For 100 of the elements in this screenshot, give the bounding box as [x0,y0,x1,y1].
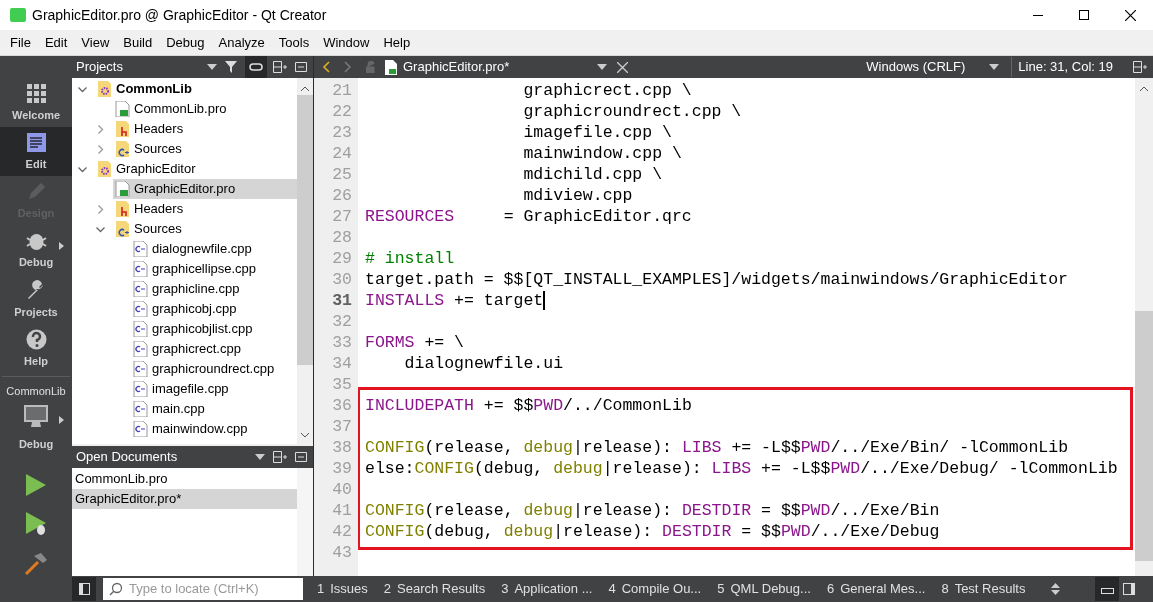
line-number: 22 [331,101,352,122]
dropdown-icon[interactable] [207,64,217,70]
code-line: graphicrect.cpp \ [522,80,693,101]
code-line: mdiview.cpp [522,185,634,206]
tree-item[interactable]: graphicline.cpp [131,279,297,299]
window-title: GraphicEditor.pro @ GraphicEditor - Qt Creator [32,5,327,25]
menu-item[interactable]: Debug [159,32,212,53]
tree-item[interactable]: CommonLib [95,79,297,99]
close-pane-icon[interactable] [295,452,307,462]
menu-item[interactable]: Analyze [211,32,272,53]
mode-button[interactable]: Help [0,323,72,374]
tree-item[interactable]: Headers [113,199,297,219]
code-line: # install [365,248,456,269]
tree-item[interactable]: Headers [113,119,297,139]
tree-item[interactable]: Sources [113,219,297,239]
menu-item[interactable]: Tools [271,32,317,53]
mode-button[interactable]: Projects [0,274,72,324]
tree-item[interactable]: dialognewfile.cpp [131,239,297,259]
debug-run-icon[interactable] [25,512,47,536]
document-item[interactable]: CommonLib.pro [72,469,297,489]
tree-item[interactable]: imagefile.cpp [131,379,297,399]
menu-item[interactable]: File [3,32,38,53]
cpp-file-icon [133,421,148,437]
scrollbar[interactable] [297,78,313,444]
line-number: 32 [331,311,352,332]
cpp-file-icon [133,321,148,337]
tree-item[interactable]: GraphicEditor [95,159,297,179]
tree-item[interactable]: Sources [113,139,297,159]
text-cursor [543,291,546,310]
menu-item[interactable]: View [74,32,117,53]
line-number: 38 [331,437,352,458]
output-pane-tab[interactable]: 4 Compile Ou... [604,579,706,599]
menu-item[interactable]: Edit [37,32,75,53]
tree-item[interactable]: graphicroundrect.cpp [131,359,297,379]
output-pane-tab[interactable]: 2 Search Results [379,579,490,599]
project-icon [97,81,112,97]
scrollbar[interactable] [1135,78,1153,576]
cpp-file-icon [133,301,148,317]
scroll-up-icon[interactable] [1140,86,1148,91]
hammer-icon[interactable] [24,552,48,576]
filter-icon[interactable] [225,61,239,73]
menu-item[interactable]: Help [376,32,418,53]
line-ending-selector[interactable]: Windows (CRLF) [866,57,966,77]
split-icon[interactable] [1133,61,1147,73]
tree-item[interactable]: graphicobjlist.cpp [131,319,297,339]
sidebar-toggle-button[interactable] [72,577,96,601]
right-sidebar-button[interactable] [1123,583,1135,595]
pane-title: Projects [76,58,123,77]
kit-selector[interactable]: Debug [0,403,72,452]
split-icon[interactable] [273,451,287,463]
cpp-file-icon [133,401,148,417]
pane-title: Open Documents [76,448,178,467]
tree-item[interactable]: graphicobj.cpp [131,299,297,319]
code-line: CONFIG(release, debug|release): LIBS += -L$$PWD/../Exe/Bin/ -lCommonLib [365,437,1070,458]
tree-item[interactable]: CommonLib.pro [113,99,297,119]
dropdown-icon[interactable] [255,454,265,460]
source-folder-icon [115,141,130,157]
output-pane-tab[interactable]: 6 General Mes... [822,579,930,599]
dropdown-icon[interactable] [989,64,1000,70]
dropdown-icon[interactable] [597,64,608,70]
tree-item[interactable]: graphicrect.cpp [131,339,297,359]
mode-button[interactable]: Edit [0,127,72,177]
document-item[interactable]: GraphicEditor.pro* [72,489,297,509]
scroll-up-icon[interactable] [301,86,309,91]
code-line: CONFIG(debug, debug|release): DESTDIR = $$PWD/../Exe/Debug [365,521,941,542]
menu-item[interactable]: Window [316,32,377,53]
code-line: target.path = $$[QT_INSTALL_EXAMPLES]/widgets/mainwindows/GraphicEditor [365,269,1069,290]
up-down-arrows-icon[interactable] [1051,583,1061,595]
cursor-position[interactable]: Line: 31, Col: 19 [1011,57,1113,77]
code-line: INCLUDEPATH += $$PWD/../CommonLib [365,395,693,416]
link-icon[interactable] [249,63,263,71]
scroll-down-icon[interactable] [301,433,309,438]
code-line: INSTALLS += target [365,290,547,311]
mode-button[interactable]: Debug [0,225,72,275]
output-pane-tab[interactable]: 8 Test Results [937,579,1030,599]
cpp-file-icon [133,361,148,377]
output-pane-tab[interactable]: 3 Application ... [497,579,597,599]
file-name[interactable]: GraphicEditor.pro* [403,57,510,77]
output-pane-tab[interactable]: 5 QML Debug... [713,579,815,599]
tree-item[interactable]: main.cpp [131,399,297,419]
close-icon[interactable] [1124,9,1136,21]
cpp-file-icon [133,381,148,397]
tree-item[interactable]: mainwindow.cpp [131,419,297,439]
locator-field[interactable]: Type to locate (Ctrl+K) [103,578,303,600]
scrollbar[interactable] [297,468,313,576]
tree-item[interactable]: GraphicEditor.pro [113,179,297,199]
output-pane-tab[interactable]: 1 Issues [313,579,372,599]
help-icon [24,327,48,351]
mode-button[interactable]: Welcome [0,78,72,128]
close-pane-icon[interactable] [295,62,307,72]
cpp-file-icon [133,341,148,357]
menu-item[interactable]: Build [116,32,160,53]
output-pane-button[interactable] [1095,577,1119,601]
project-file-icon [115,101,130,117]
back-icon[interactable] [322,61,330,73]
line-number: 24 [331,143,352,164]
line-number: 30 [331,269,352,290]
tree-item[interactable]: graphicellipse.cpp [131,259,297,279]
run-icon[interactable] [25,474,47,496]
split-icon[interactable] [273,61,287,73]
